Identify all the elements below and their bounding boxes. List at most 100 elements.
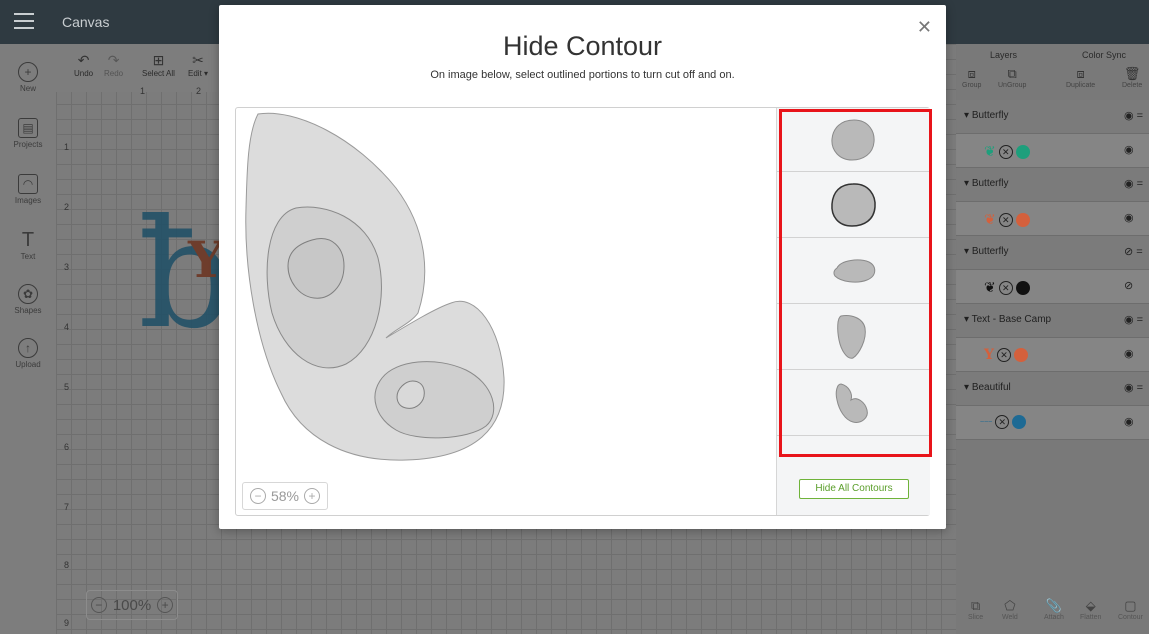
preview-zoom-control: − 58% +: [242, 482, 328, 510]
eye-icon[interactable]: ◉: [1124, 415, 1134, 428]
duplicate-button[interactable]: ⧈ Duplicate: [1066, 66, 1095, 89]
script-text-icon: ~~~: [980, 418, 993, 426]
eye-icon[interactable]: ◉ =: [1124, 109, 1143, 122]
zoom-in-icon[interactable]: +: [157, 597, 174, 613]
rail-projects-label: Projects: [13, 140, 43, 149]
color-swatch[interactable]: [1015, 212, 1030, 227]
rail-projects[interactable]: ▤ Projects: [0, 118, 56, 149]
ruler-v-9: 9: [64, 618, 70, 628]
eye-icon[interactable]: ◉ =: [1124, 381, 1143, 394]
layer-item-beautiful[interactable]: ~~~ ✕ ◉: [956, 406, 1149, 440]
contour-3-thumbnail: [833, 259, 876, 283]
ruler-h-1: 1: [140, 86, 146, 96]
contour-item-3[interactable]: [777, 238, 931, 304]
edit-toolbar: ↶ Undo ↷ Redo ⊞ Select All ✂ Edit ▾: [56, 44, 226, 92]
layer-group-butterfly-3[interactable]: ▾ Butterfly ⊘ =: [956, 236, 1149, 270]
rail-new-label: New: [19, 84, 36, 93]
contour-item-2[interactable]: [777, 172, 931, 238]
edit-label: Edit ▾: [188, 69, 209, 78]
color-swatch[interactable]: [1015, 144, 1030, 159]
rail-shapes[interactable]: ✿ Shapes: [0, 284, 56, 315]
flatten-label: Flatten: [1080, 614, 1102, 621]
contour-button[interactable]: ▢ Contour: [1118, 598, 1143, 621]
hide-contour-dialog: ✕ Hide Contour On image below, select ou…: [219, 5, 946, 529]
scissors-icon: ✂: [192, 52, 204, 68]
tab-layers[interactable]: Layers: [990, 50, 1017, 60]
app-title: Canvas: [62, 14, 110, 30]
ungroup-button[interactable]: ⧉ UnGroup: [998, 66, 1026, 89]
weld-icon: ⬠: [1004, 598, 1016, 613]
zoom-out-icon[interactable]: −: [249, 488, 266, 504]
delete-button[interactable]: 🗑 Delete: [1122, 66, 1142, 89]
slice-label: Slice: [968, 614, 984, 621]
eye-icon[interactable]: ◉: [1124, 143, 1134, 156]
color-swatch[interactable]: [1014, 348, 1028, 362]
cut-icon: ✕: [998, 144, 1013, 159]
layer-group-butterfly-2[interactable]: ▾ Butterfly ◉ =: [956, 168, 1149, 202]
layer-group-label: ▾ Butterfly: [964, 246, 1009, 257]
layer-name: Butterfly: [971, 246, 1009, 257]
layer-group-beautiful[interactable]: ▾ Beautiful ◉ =: [956, 372, 1149, 406]
flatten-icon: ⬙: [1085, 598, 1096, 613]
group-button[interactable]: ⧈ Group: [962, 66, 981, 89]
redo-button[interactable]: ↷ Redo: [104, 52, 123, 78]
vertical-ruler: 1 2 3 4 5 6 7 8 9: [56, 92, 70, 634]
tab-color-sync[interactable]: Color Sync: [1082, 50, 1126, 60]
images-icon: ◠: [18, 174, 38, 194]
attach-label: Attach: [1044, 614, 1064, 621]
cut-icon: ✕: [998, 212, 1013, 227]
ruler-h-2: 2: [196, 86, 202, 96]
edit-button[interactable]: ✂ Edit ▾: [188, 52, 208, 78]
group-label: Group: [962, 82, 982, 89]
hide-all-contours-button[interactable]: Hide All Contours: [799, 479, 909, 499]
layer-thumbnails: ~~~ ✕: [980, 415, 1027, 429]
contour-item-5[interactable]: [777, 370, 931, 436]
weld-label: Weld: [1002, 614, 1018, 621]
canvas-zoom-value: 100%: [112, 596, 152, 614]
rail-upload[interactable]: ↑ Upload: [0, 338, 56, 369]
upload-icon: ↑: [18, 338, 38, 358]
layer-item-butterfly-2[interactable]: ❦ ✕ ◉: [956, 202, 1149, 236]
layer-item-butterfly-3[interactable]: ❦ ✕ ⊘: [956, 270, 1149, 304]
butterfly-icon: ❦: [984, 279, 996, 295]
contour-item-4[interactable]: [777, 304, 931, 370]
layer-group-text-base-camp[interactable]: ▾ Text - Base Camp ◉ =: [956, 304, 1149, 338]
rail-upload-label: Upload: [15, 360, 41, 369]
ruler-v-1: 1: [64, 142, 70, 152]
color-swatch[interactable]: [1015, 280, 1030, 295]
undo-button[interactable]: ↶ Undo: [74, 52, 93, 78]
weld-button[interactable]: ⬠ Weld: [1002, 598, 1018, 621]
eye-icon[interactable]: ◉: [1124, 347, 1134, 360]
text-icon: T: [21, 228, 35, 251]
layer-item-butterfly-1[interactable]: ❦ ✕ ◉: [956, 134, 1149, 168]
eye-icon[interactable]: ◉: [1124, 211, 1134, 224]
eye-icon[interactable]: ◉ =: [1124, 313, 1143, 326]
contour-label: Contour: [1118, 614, 1143, 621]
layer-name: Text - Base Camp: [971, 314, 1052, 325]
flatten-button[interactable]: ⬙ Flatten: [1080, 598, 1101, 621]
layer-item-text-base-camp[interactable]: Y ✕ ◉: [956, 338, 1149, 372]
select-all-label: Select All: [142, 69, 175, 78]
contour-1-thumbnail: [831, 119, 875, 161]
hamburger-menu-icon[interactable]: [14, 13, 34, 31]
attach-button[interactable]: 📎 Attach: [1044, 598, 1064, 621]
attach-icon: 📎: [1045, 598, 1063, 613]
slice-button[interactable]: ⧉ Slice: [968, 598, 983, 621]
zoom-out-icon[interactable]: −: [90, 597, 107, 613]
zoom-in-icon[interactable]: +: [304, 488, 321, 504]
contour-preview-area: − 58% + Hide All Contours: [235, 107, 931, 516]
eye-hidden-icon[interactable]: ⊘ =: [1124, 245, 1143, 258]
color-swatch[interactable]: [1012, 415, 1027, 429]
dialog-title: Hide Contour: [502, 31, 663, 61]
select-all-button[interactable]: ⊞ Select All: [142, 52, 175, 78]
eye-hidden-icon[interactable]: ⊘: [1124, 279, 1133, 292]
rail-text[interactable]: T Text: [0, 228, 56, 262]
layer-group-label: ▾ Butterfly: [964, 110, 1009, 121]
contour-item-1[interactable]: [777, 108, 931, 172]
rail-new[interactable]: + New: [0, 62, 56, 93]
canvas-zoom-control[interactable]: − 100% +: [86, 590, 178, 620]
rail-images[interactable]: ◠ Images: [0, 174, 56, 205]
eye-icon[interactable]: ◉ =: [1124, 177, 1143, 190]
layer-group-butterfly-1[interactable]: ▾ Butterfly ◉ =: [956, 100, 1149, 134]
ruler-v-5: 5: [64, 382, 70, 392]
